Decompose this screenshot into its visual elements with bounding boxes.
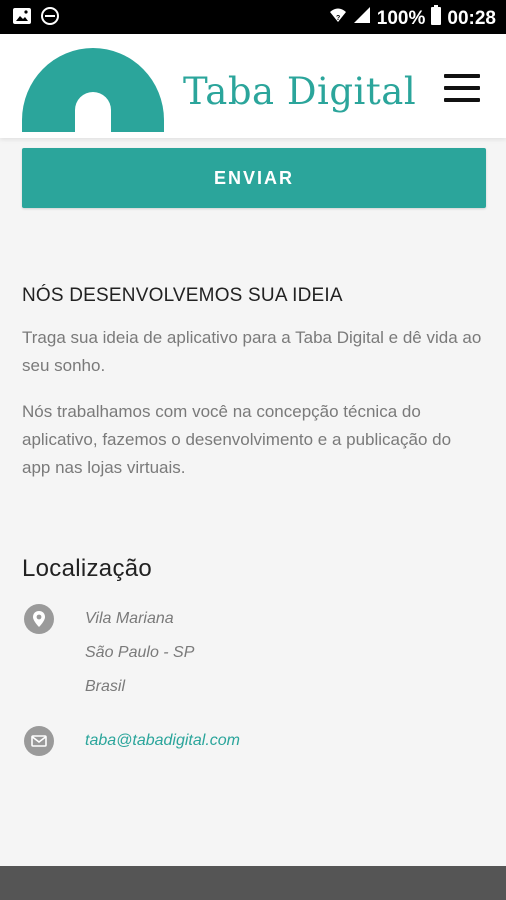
status-bar: ? 100% 00:28 [0,0,506,34]
about-title: NÓS DESENVOLVEMOS SUA IDEIA [22,285,343,306]
battery-text: 100% [376,7,426,29]
footer-bar [0,866,506,900]
signal-icon [353,6,371,31]
site-header: Taba Digital [0,34,506,138]
hamburger-menu-icon[interactable] [444,74,480,102]
email-link[interactable]: taba@tabadigital.com [85,732,240,750]
wifi-icon: ? [329,6,347,31]
envelope-icon [24,726,54,756]
about-paragraph-2: Nós trabalhamos com você na concepção té… [22,402,452,477]
address-line-2: São Paulo - SP [85,644,195,661]
battery-icon [431,5,442,32]
do-not-disturb-icon [40,6,60,31]
map-pin-icon [24,604,54,634]
address-line-1: Vila Mariana [85,610,174,627]
taba-logo-icon[interactable] [22,48,164,137]
address-line-3: Brasil [85,678,126,695]
send-button[interactable]: ENVIAR [22,148,486,208]
about-paragraph-1: Traga sua ideia de aplicativo para a Tab… [22,328,482,375]
location-title: Localização [22,555,153,582]
brand-name[interactable]: Taba Digital [183,70,416,113]
clock: 00:28 [447,7,496,29]
image-icon [12,6,32,31]
svg-text:?: ? [336,15,340,22]
